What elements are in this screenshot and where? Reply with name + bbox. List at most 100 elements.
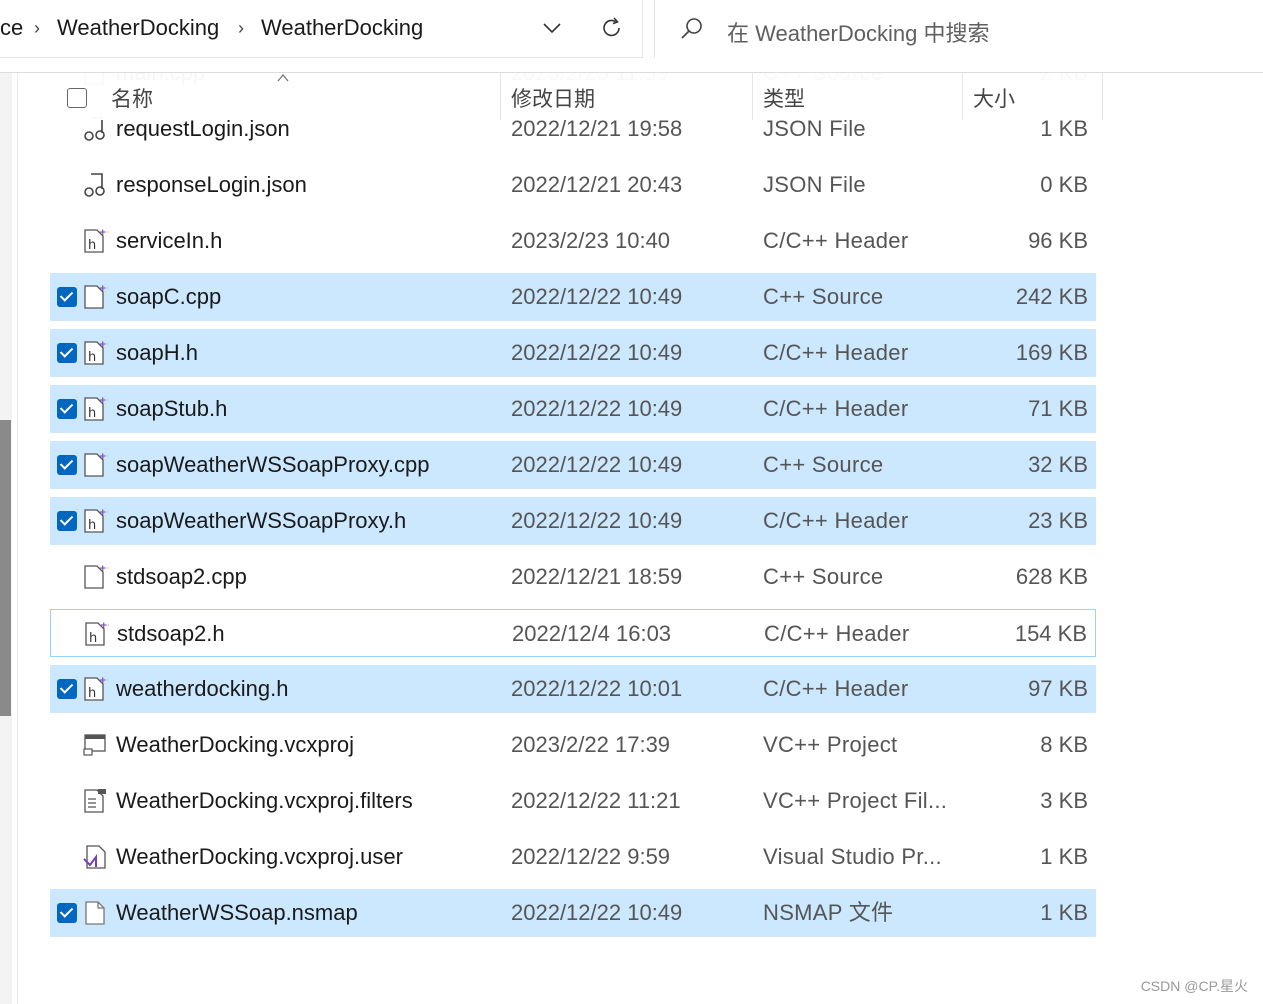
- column-divider[interactable]: [752, 73, 753, 120]
- refresh-icon[interactable]: [600, 15, 624, 41]
- file-row[interactable]: h++ serviceIn.h 2023/2/23 10:40 C/C++ Heade…: [50, 217, 1096, 265]
- file-name: WeatherWSSoap.nsmap: [116, 900, 358, 925]
- file-type: VC++ Project Fil...: [763, 788, 948, 813]
- top-bar: ce › WeatherDocking › WeatherDocking 在 W…: [0, 0, 1263, 60]
- header-file-icon: h++: [84, 508, 108, 533]
- file-modified-date: 2022/12/21 18:59: [511, 564, 683, 589]
- column-header-name[interactable]: 名称: [111, 83, 153, 113]
- file-size: 242 KB: [1015, 284, 1088, 309]
- file-row[interactable]: h++ soapWeatherWSSoapProxy.h 2022/12/22 10…: [50, 497, 1096, 545]
- row-checkbox[interactable]: [57, 511, 77, 531]
- file-row[interactable]: WeatherWSSoap.nsmap 2022/12/22 10:49 NSMAP…: [50, 889, 1096, 937]
- row-checkbox[interactable]: [57, 231, 77, 251]
- svg-text:++: ++: [100, 621, 109, 631]
- svg-text:h: h: [89, 631, 97, 646]
- file-modified-date: 2022/12/22 10:01: [511, 676, 683, 701]
- row-checkbox[interactable]: [57, 847, 77, 867]
- column-divider[interactable]: [500, 73, 501, 120]
- select-all-checkbox[interactable]: [67, 88, 87, 108]
- file-type: C/C++ Header: [763, 228, 909, 253]
- file-row[interactable]: WeatherDocking.vcxproj 2023/2/22 17:39 VC+…: [50, 721, 1096, 769]
- file-name: soapC.cpp: [116, 284, 222, 309]
- svg-text:h: h: [88, 238, 96, 253]
- nav-pane-scrollbar-thumb[interactable]: [0, 420, 11, 716]
- row-checkbox[interactable]: [57, 399, 77, 419]
- row-checkbox[interactable]: [57, 287, 77, 307]
- file-modified-date: 2023/2/23 10:40: [511, 228, 671, 253]
- breadcrumb-item-current[interactable]: WeatherDocking: [261, 15, 423, 41]
- column-header-date[interactable]: 修改日期: [511, 83, 595, 113]
- file-size: 71 KB: [1028, 396, 1088, 421]
- file-row[interactable]: h++ weatherdocking.h 2022/12/22 10:01 C/C++…: [50, 665, 1096, 713]
- file-row[interactable]: h++ soapStub.h 2022/12/22 10:49 C/C++ Heade…: [50, 385, 1096, 433]
- breadcrumb-item-parent[interactable]: ce: [0, 15, 23, 41]
- search-box[interactable]: 在 WeatherDocking 中搜索: [654, 0, 1263, 58]
- cpp-file-icon: ++: [84, 564, 108, 589]
- file-modified-date: 2022/12/4 16:03: [512, 621, 672, 646]
- file-size: 154 KB: [1014, 621, 1087, 646]
- file-list: ++main.cpp2023/2/23 11:59C++ Source2 KBr…: [50, 73, 1103, 1004]
- file-size: 32 KB: [1028, 452, 1088, 477]
- header-file-icon: h++: [85, 621, 109, 646]
- file-size: 3 KB: [1040, 788, 1088, 813]
- sort-ascending-icon: [277, 73, 289, 82]
- cpp-file-icon: ++: [84, 284, 108, 309]
- svg-text:++: ++: [99, 340, 108, 350]
- row-checkbox[interactable]: [57, 679, 77, 699]
- svg-text:++: ++: [99, 508, 108, 518]
- file-size: 97 KB: [1028, 676, 1088, 701]
- file-type: C++ Source: [763, 564, 884, 589]
- row-checkbox[interactable]: [57, 903, 77, 923]
- search-input[interactable]: 在 WeatherDocking 中搜索: [727, 16, 989, 48]
- file-name: weatherdocking.h: [116, 676, 289, 701]
- file-name: WeatherDocking.vcxproj.user: [116, 844, 403, 869]
- file-row[interactable]: ++ soapWeatherWSSoapProxy.cpp 2022/12/22 1…: [50, 441, 1096, 489]
- svg-text:h: h: [88, 518, 96, 533]
- file-row[interactable]: ++ soapC.cpp 2022/12/22 10:49 C++ Source 242…: [50, 273, 1096, 321]
- file-row[interactable]: WeatherDocking.vcxproj.user 2022/12/22 9:…: [50, 833, 1096, 881]
- file-row[interactable]: responseLogin.json 2022/12/21 20:43 JSON F…: [50, 161, 1096, 209]
- svg-text:h: h: [88, 350, 96, 365]
- row-checkbox[interactable]: [57, 735, 77, 755]
- row-checkbox[interactable]: [57, 567, 77, 587]
- file-type: C/C++ Header: [763, 396, 909, 421]
- search-icon: [681, 18, 702, 39]
- row-checkbox[interactable]: [57, 175, 77, 195]
- file-row[interactable]: h++ stdsoap2.h 2022/12/4 16:03 C/C++ Header…: [50, 609, 1096, 657]
- header-file-icon: h++: [84, 228, 108, 253]
- column-divider[interactable]: [962, 73, 963, 120]
- file-type: Visual Studio Pr...: [763, 844, 942, 869]
- file-modified-date: 2022/12/22 9:59: [511, 844, 671, 869]
- row-checkbox[interactable]: [57, 791, 77, 811]
- file-type: C/C++ Header: [763, 508, 909, 533]
- file-modified-date: 2022/12/21 20:43: [511, 172, 683, 197]
- file-size: 0 KB: [1040, 172, 1088, 197]
- file-row[interactable]: WeatherDocking.vcxproj.filters 2022/12/22…: [50, 777, 1096, 825]
- address-bar[interactable]: ce › WeatherDocking › WeatherDocking: [0, 0, 643, 58]
- column-header-size[interactable]: 大小: [973, 83, 1015, 113]
- row-checkbox[interactable]: [57, 455, 77, 475]
- file-row[interactable]: h++ soapH.h 2022/12/22 10:49 C/C++ Header 16…: [50, 329, 1096, 377]
- row-checkbox[interactable]: [57, 119, 77, 139]
- file-name: stdsoap2.cpp: [116, 564, 247, 589]
- file-size: 628 KB: [1015, 564, 1088, 589]
- file-size: 8 KB: [1040, 732, 1088, 757]
- svg-text:++: ++: [99, 228, 108, 238]
- blank-file-icon: [85, 901, 105, 925]
- file-type: C++ Source: [763, 284, 884, 309]
- vcxproj-file-icon: [83, 734, 106, 756]
- breadcrumb-item-weatherdocking[interactable]: WeatherDocking: [57, 15, 219, 41]
- file-name: stdsoap2.h: [117, 621, 225, 646]
- file-modified-date: 2022/12/22 10:49: [511, 284, 683, 309]
- column-divider[interactable]: [1102, 73, 1103, 120]
- file-name: soapWeatherWSSoapProxy.h: [116, 508, 407, 533]
- row-checkbox[interactable]: [58, 624, 78, 644]
- chevron-down-icon[interactable]: [540, 16, 564, 40]
- column-header-type[interactable]: 类型: [763, 83, 805, 113]
- row-checkbox[interactable]: [57, 343, 77, 363]
- file-name: soapH.h: [116, 340, 198, 365]
- svg-text:++: ++: [99, 564, 108, 574]
- file-size: 96 KB: [1028, 228, 1088, 253]
- file-name: soapStub.h: [116, 396, 228, 421]
- file-row[interactable]: ++ stdsoap2.cpp 2022/12/21 18:59 C++ Source…: [50, 553, 1096, 601]
